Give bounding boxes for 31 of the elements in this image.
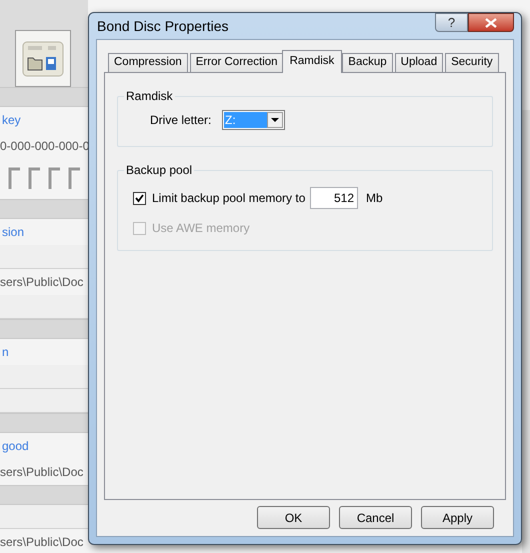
close-button[interactable] bbox=[468, 13, 514, 32]
path-text: 0-000-000-000-0 bbox=[0, 138, 90, 155]
path-text: sers\Public\Doc bbox=[0, 464, 84, 481]
checkbox-label: Limit backup pool memory to bbox=[152, 190, 304, 207]
link[interactable]: sion bbox=[0, 223, 24, 241]
path-text: sers\Public\Doc bbox=[0, 534, 84, 551]
tab[interactable]: Security bbox=[445, 53, 499, 72]
tab[interactable]: Backup bbox=[342, 53, 393, 72]
link[interactable]: key bbox=[0, 111, 21, 129]
dialog-button[interactable]: OK bbox=[257, 506, 330, 529]
dialog-button[interactable]: Cancel bbox=[339, 506, 412, 529]
dialog-button[interactable]: Apply bbox=[421, 506, 494, 529]
dropdown-value: Z: bbox=[224, 112, 267, 128]
group-title: Backup pool bbox=[125, 162, 194, 179]
checkbox[interactable] bbox=[133, 192, 146, 204]
tab[interactable]: Upload bbox=[394, 53, 444, 72]
tab[interactable]: Error Correction bbox=[190, 53, 284, 72]
link[interactable]: n bbox=[0, 343, 9, 361]
window-title: Bond Disc Properties bbox=[97, 16, 229, 36]
group-title: Ramdisk bbox=[125, 88, 174, 105]
link[interactable]: good bbox=[0, 437, 29, 455]
memory-limit-field[interactable]: 512 bbox=[310, 187, 358, 209]
folder-save-button[interactable] bbox=[15, 30, 71, 87]
help-button[interactable]: ? bbox=[435, 13, 468, 32]
tab[interactable]: Compression bbox=[108, 53, 188, 72]
path-text: sers\Public\Doc bbox=[0, 274, 84, 291]
checkbox-label: Use AWE memory bbox=[152, 220, 250, 237]
tab[interactable]: Ramdisk bbox=[282, 50, 342, 73]
unit-label: Mb bbox=[366, 190, 383, 207]
close-icon bbox=[485, 18, 497, 28]
field-label: Drive letter: bbox=[150, 112, 212, 129]
